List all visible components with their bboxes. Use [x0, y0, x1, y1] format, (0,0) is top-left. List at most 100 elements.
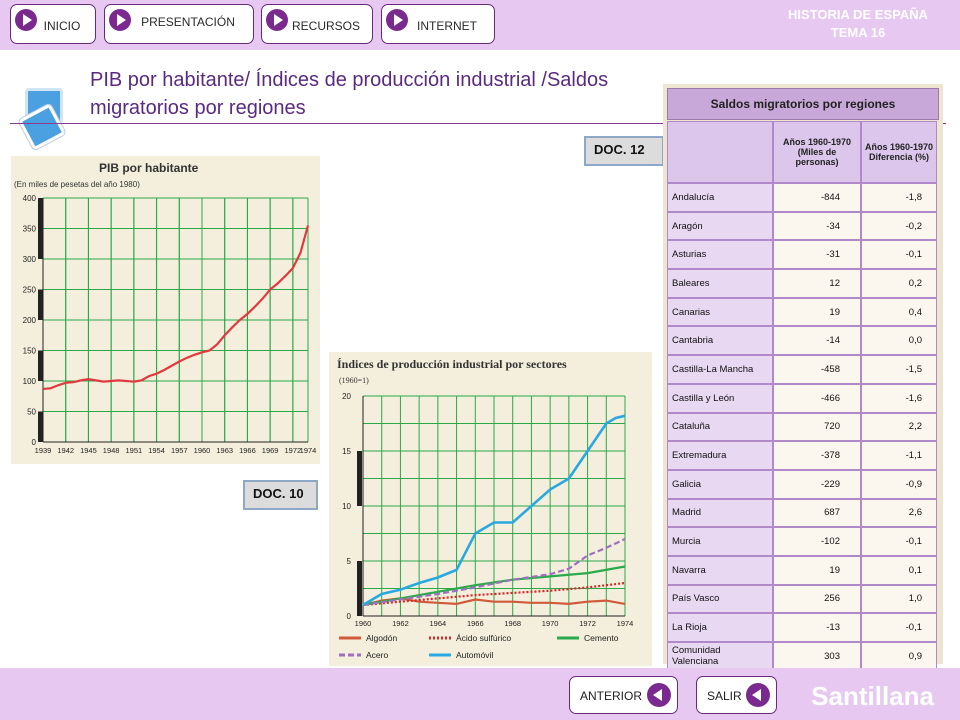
salir-button[interactable]: SALIR: [696, 676, 777, 714]
cell-miles: -229: [773, 469, 861, 499]
chart-subtitle: (1960=1): [339, 376, 369, 385]
nav-presentacion-label: PRESENTACIÓN: [141, 15, 235, 29]
y-tick-label: 400: [23, 194, 37, 203]
axis-bar-gap: [38, 320, 43, 351]
cell-region: Murcia: [667, 527, 773, 556]
table-row: Cantabria -14 0,0: [667, 326, 939, 356]
cell-region: Canarias: [667, 297, 773, 327]
table-row: Galicia -229 -0,9: [667, 469, 939, 499]
legend-label: Ácido sulfúrico: [456, 633, 512, 643]
cell-region: Comunidad Valenciana: [667, 642, 773, 671]
cell-miles: 12: [773, 269, 861, 298]
cell-region: Asturias: [667, 240, 773, 270]
cell-percent: 2,6: [861, 498, 937, 528]
cell-percent: 0,4: [861, 297, 937, 327]
cell-miles: -378: [773, 441, 861, 470]
back-arrow-icon: [746, 683, 770, 707]
doc-10-label[interactable]: DOC. 10: [243, 480, 318, 510]
cell-region: Galicia: [667, 469, 773, 499]
course-title: HISTORIA DE ESPAÑA TEMA 16: [768, 6, 948, 42]
legend-label: Algodón: [366, 633, 397, 643]
table-row: Murcia -102 -0,1: [667, 527, 939, 556]
table-row: Cataluña 720 2,2: [667, 412, 939, 442]
cell-region: Extremadura: [667, 441, 773, 470]
industry-chart-panel: Índices de producción industrial por sec…: [329, 352, 652, 666]
y-tick-label: 10: [342, 502, 351, 511]
migration-table-header: Años 1960-1970 (Miles de personas) Años 1…: [667, 121, 939, 183]
axis-bar-gap: [38, 381, 43, 412]
y-tick-label: 15: [342, 447, 351, 456]
x-tick-label: 1974: [300, 446, 317, 455]
x-tick-label: 1970: [542, 619, 559, 628]
x-tick-label: 1969: [262, 446, 279, 455]
cell-miles: 720: [773, 412, 861, 442]
pib-series-line: [42, 225, 310, 391]
x-tick-label: 1960: [355, 619, 372, 628]
chart-title: PIB por habitante: [99, 161, 199, 175]
y-tick-label: 100: [23, 377, 37, 386]
nav-recursos-button[interactable]: RECURSOS: [261, 4, 373, 44]
x-tick-label: 1968: [504, 619, 521, 628]
cell-region: Castilla y León: [667, 383, 773, 413]
migration-table-title: Saldos migratorios por regiones: [667, 88, 939, 120]
table-row: Madrid 687 2,6: [667, 498, 939, 528]
y-tick-label: 350: [23, 225, 37, 234]
cell-miles: -31: [773, 240, 861, 270]
x-tick-label: 1972: [579, 619, 596, 628]
cell-region: País Vasco: [667, 584, 773, 614]
y-tick-label: 150: [23, 347, 37, 356]
x-tick-label: 1974: [617, 619, 634, 628]
table-row: Extremadura -378 -1,1: [667, 441, 939, 470]
table-row: País Vasco 256 1,0: [667, 584, 939, 614]
course-unit: TEMA 16: [830, 25, 886, 40]
table-row: Canarias 19 0,4: [667, 297, 939, 327]
header-cell-column: Años 1960-1970 Diferencia (%): [861, 121, 937, 183]
course-subject: HISTORIA DE ESPAÑA: [788, 7, 928, 22]
cell-miles: -844: [773, 183, 861, 212]
table-row: Andalucía -844 -1,8: [667, 183, 939, 212]
x-tick-label: 1962: [392, 619, 409, 628]
cell-percent: 1,0: [861, 584, 937, 614]
x-tick-label: 1966: [467, 619, 484, 628]
cell-miles: -466: [773, 383, 861, 413]
legend-label: Cemento: [584, 633, 619, 643]
x-tick-label: 1942: [57, 446, 74, 455]
anterior-label: ANTERIOR: [580, 689, 643, 703]
cell-percent: -1,6: [861, 383, 937, 413]
cell-percent: -0,2: [861, 211, 937, 241]
table-row: Castilla-La Mancha -458 -1,5: [667, 355, 939, 384]
x-tick-label: 1964: [430, 619, 447, 628]
cell-miles: -34: [773, 211, 861, 241]
header-cell-column: Años 1960-1970 (Miles de personas): [773, 121, 861, 183]
cell-miles: -13: [773, 613, 861, 642]
nav-recursos-label: RECURSOS: [291, 19, 360, 33]
doc-12-label[interactable]: DOC. 12: [584, 136, 664, 166]
nav-presentacion-button[interactable]: PRESENTACIÓN: [104, 4, 254, 44]
x-tick-label: 1957: [171, 446, 188, 455]
cell-miles: -102: [773, 527, 861, 556]
brand-logo: Santillana: [811, 681, 934, 711]
cell-region: Madrid: [667, 498, 773, 528]
cell-miles: 19: [773, 297, 861, 327]
cell-percent: -0,1: [861, 613, 937, 642]
cell-percent: 0,1: [861, 555, 937, 585]
table-row: Castilla y León -466 -1,6: [667, 383, 939, 413]
cell-region: Cantabria: [667, 326, 773, 356]
y-tick-label: 250: [23, 286, 37, 295]
axis-bar-gap: [38, 259, 43, 290]
y-tick-label: 300: [23, 255, 37, 264]
nav-internet-button[interactable]: INTERNET: [381, 4, 495, 44]
cell-region: Cataluña: [667, 412, 773, 442]
x-tick-label: 1945: [80, 446, 97, 455]
x-tick-label: 1963: [216, 446, 233, 455]
cell-miles: 19: [773, 555, 861, 585]
chart-title: Índices de producción industrial por sec…: [337, 357, 567, 371]
cell-percent: -1,5: [861, 355, 937, 384]
y-tick-label: 20: [342, 392, 351, 401]
x-tick-label: 1951: [126, 446, 143, 455]
table-row: Navarra 19 0,1: [667, 555, 939, 585]
cell-percent: -1,1: [861, 441, 937, 470]
anterior-button[interactable]: ANTERIOR: [569, 676, 678, 714]
cell-region: La Rioja: [667, 613, 773, 642]
nav-inicio-button[interactable]: INICIO: [10, 4, 96, 44]
